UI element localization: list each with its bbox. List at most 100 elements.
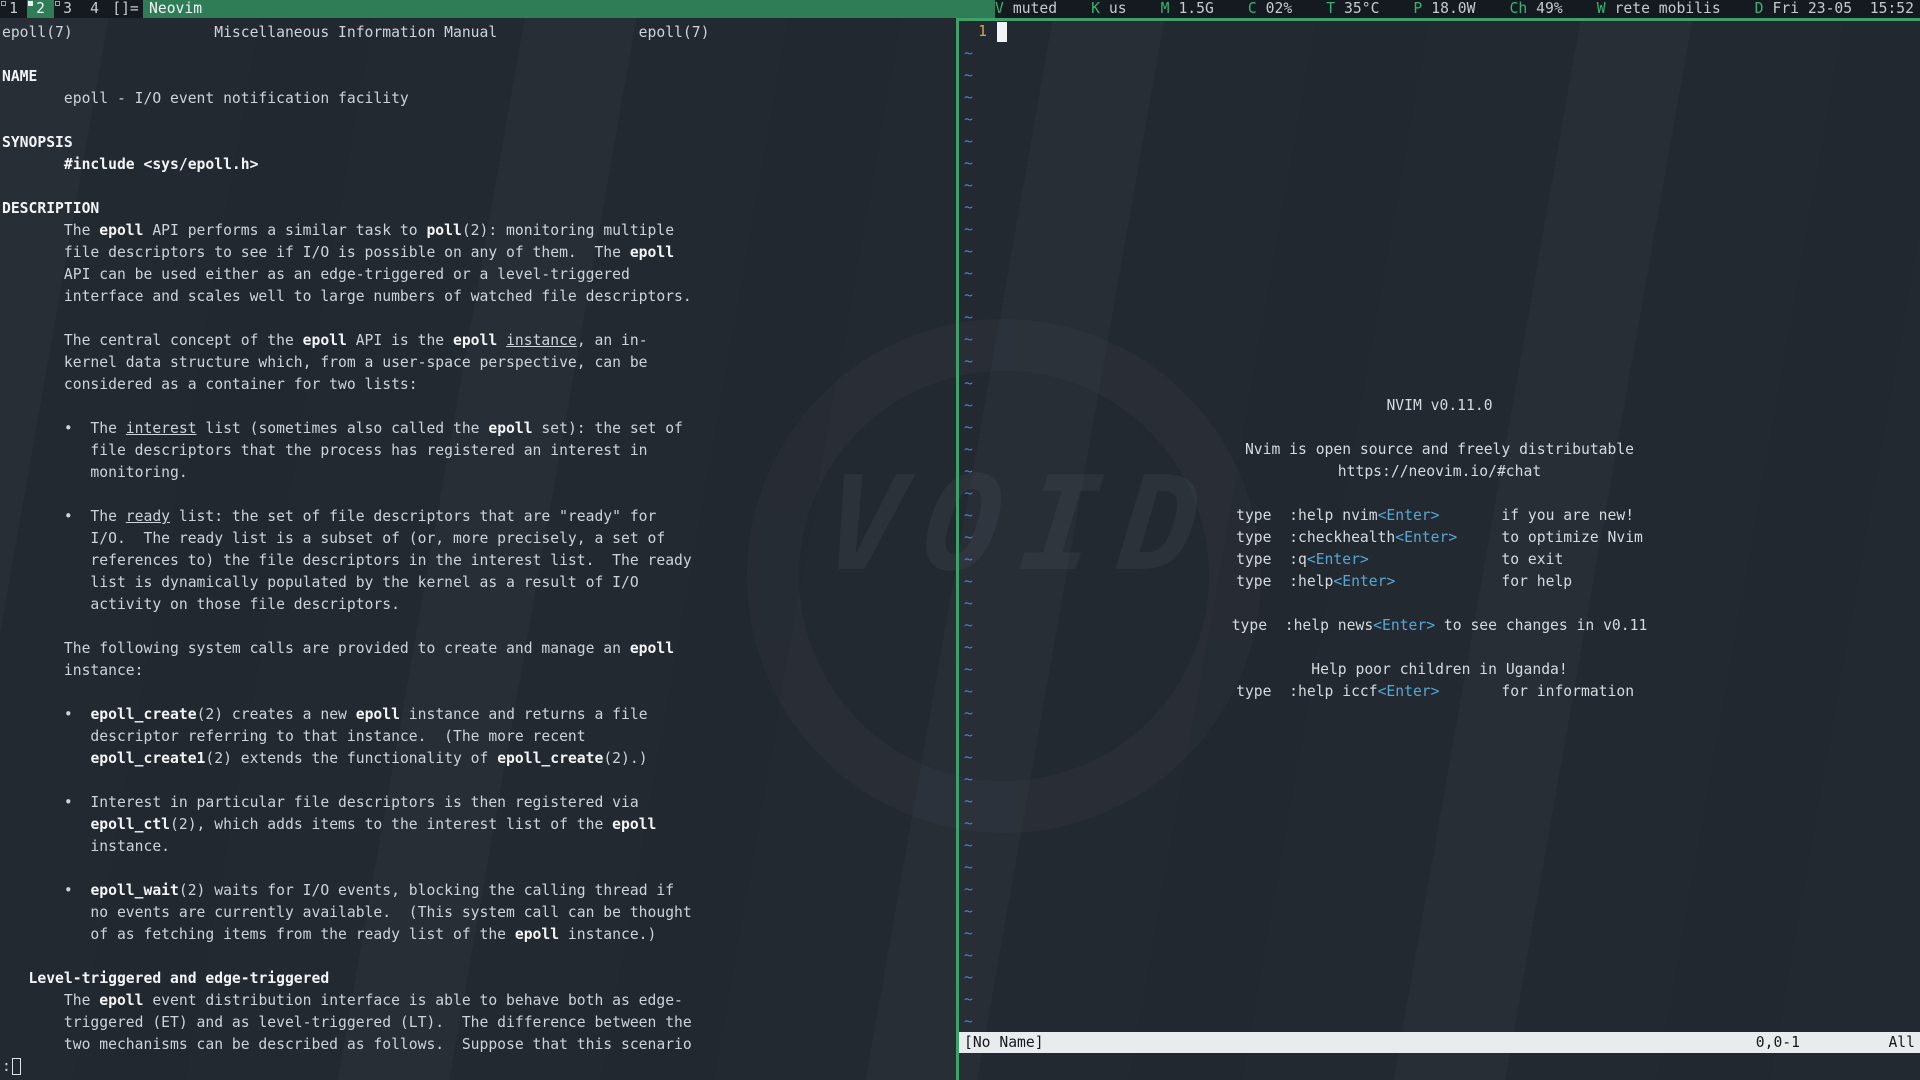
- tilde-empty-line: ~: [964, 989, 973, 1011]
- tag-indicator-square-icon: [1, 1, 6, 6]
- man-line: [2, 682, 954, 704]
- man-line: • epoll_create(2) creates a new epoll in…: [2, 704, 954, 726]
- status-K: Kus: [1091, 0, 1127, 18]
- man-line: [2, 176, 954, 198]
- nvim-intro-line: https://neovim.io/#chat: [959, 461, 1920, 483]
- tilde-empty-line: ~: [964, 87, 973, 109]
- tilde-empty-line: ~: [964, 1011, 973, 1033]
- status-D: DFri 23-05 15:52: [1755, 0, 1914, 18]
- tilde-empty-line: ~: [964, 329, 973, 351]
- man-line: [2, 308, 954, 330]
- statusline-scroll: All: [1888, 1032, 1915, 1053]
- man-line: The epoll event distribution interface i…: [2, 990, 954, 1012]
- pager-prompt: :: [2, 1056, 11, 1078]
- tilde-empty-line: ~: [964, 65, 973, 87]
- nvim-intro-line: type :q<Enter> to exit: [959, 549, 1920, 571]
- nvim-statusline: [No Name] 0,0-1 All: [959, 1032, 1920, 1053]
- hollow-cursor: [12, 1058, 21, 1075]
- man-line: The epoll API performs a similar task to…: [2, 220, 954, 242]
- man-line: references to) the file descriptors in t…: [2, 550, 954, 572]
- man-line: descriptor referring to that instance. (…: [2, 726, 954, 748]
- tilde-empty-line: ~: [964, 351, 973, 373]
- tilde-empty-line: ~: [964, 813, 973, 835]
- man-line: NAME: [2, 66, 954, 88]
- neovim-window[interactable]: 1 ~~~~~~~~~~~~~~~~~~~~~~~~~~~~~~~~~~~~~~…: [959, 21, 1920, 1080]
- man-line: DESCRIPTION: [2, 198, 954, 220]
- man-line: [2, 946, 954, 968]
- man-line: monitoring.: [2, 462, 954, 484]
- man-line: The central concept of the epoll API is …: [2, 330, 954, 352]
- tilde-empty-line: ~: [964, 197, 973, 219]
- tilde-empty-line: ~: [964, 857, 973, 879]
- tilde-empty-line: ~: [964, 241, 973, 263]
- man-line: • The interest list (sometimes also call…: [2, 418, 954, 440]
- top-bar: 1234 []= Neovim VmutedKusM1.5GC02%T35°CP…: [0, 0, 1920, 18]
- nvim-intro-line: type :help iccf<Enter> for information: [959, 681, 1920, 703]
- man-line: list is dynamically populated by the ker…: [2, 572, 954, 594]
- tilde-empty-line: ~: [964, 703, 973, 725]
- man-line: interface and scales well to large numbe…: [2, 286, 954, 308]
- man-line: [2, 770, 954, 792]
- status-bar: VmutedKusM1.5GC02%T35°CP18.0WCh49%Wrete …: [995, 0, 1920, 18]
- man-line: SYNOPSIS: [2, 132, 954, 154]
- nvim-intro-line: type :help news<Enter> to see changes in…: [959, 615, 1920, 637]
- tilde-empty-line: ~: [964, 483, 973, 505]
- tilde-empty-line: ~: [964, 285, 973, 307]
- screen: VOID 1234 []= Neovim VmutedKusM1.5GC02%T…: [0, 0, 1920, 1080]
- man-line: Level-triggered and edge-triggered: [2, 968, 954, 990]
- man-line: no events are currently available. (This…: [2, 902, 954, 924]
- tilde-empty-line: ~: [964, 263, 973, 285]
- statusline-ruler: 0,0-1: [1756, 1032, 1800, 1053]
- tilde-empty-line: ~: [964, 417, 973, 439]
- man-line: file descriptors to see if I/O is possib…: [2, 242, 954, 264]
- tilde-empty-line: ~: [964, 43, 973, 65]
- statusline-filename: [No Name]: [964, 1032, 1044, 1053]
- tilde-empty-line: ~: [964, 879, 973, 901]
- tag-list: 1234: [0, 0, 108, 18]
- man-line: considered as a container for two lists:: [2, 374, 954, 396]
- line-number: 1: [969, 21, 987, 43]
- status-Ch: Ch49%: [1509, 0, 1562, 18]
- status-W: Wrete mobilis: [1597, 0, 1721, 18]
- man-line: I/O. The ready list is a subset of (or, …: [2, 528, 954, 550]
- layout-symbol[interactable]: []=: [108, 0, 143, 18]
- tag-4[interactable]: 4: [81, 0, 108, 18]
- tilde-empty-line: ~: [964, 307, 973, 329]
- tilde-empty-line: ~: [964, 593, 973, 615]
- man-line: epoll_ctl(2), which adds items to the in…: [2, 814, 954, 836]
- nvim-window-border-left: [956, 18, 959, 1080]
- tilde-empty-line: ~: [964, 835, 973, 857]
- tilde-empty-line: ~: [964, 109, 973, 131]
- man-line: [2, 484, 954, 506]
- man-line: [2, 110, 954, 132]
- tag-2[interactable]: 2: [27, 0, 54, 18]
- status-V: Vmuted: [995, 0, 1057, 18]
- tilde-empty-line: ~: [964, 637, 973, 659]
- tilde-empty-line: ~: [964, 967, 973, 989]
- man-line: • Interest in particular file descriptor…: [2, 792, 954, 814]
- man-line: file descriptors that the process has re…: [2, 440, 954, 462]
- man-line: [2, 858, 954, 880]
- focused-window-title: Neovim: [143, 0, 995, 18]
- tilde-empty-line: ~: [964, 373, 973, 395]
- nvim-window-border-top: [956, 18, 1920, 21]
- tilde-empty-line: ~: [964, 175, 973, 197]
- man-line: API can be used either as an edge-trigge…: [2, 264, 954, 286]
- pager-prompt-row: :: [2, 1056, 21, 1078]
- nvim-intro-line: Help poor children in Uganda!: [959, 659, 1920, 681]
- man-line: • epoll_wait(2) waits for I/O events, bl…: [2, 880, 954, 902]
- nvim-intro-line: type :help<Enter> for help: [959, 571, 1920, 593]
- tilde-empty-line: ~: [964, 791, 973, 813]
- tilde-empty-line: ~: [964, 747, 973, 769]
- nvim-intro-line: type :help nvim<Enter> if you are new!: [959, 505, 1920, 527]
- man-line: kernel data structure which, from a user…: [2, 352, 954, 374]
- man-line: epoll - I/O event notification facility: [2, 88, 954, 110]
- status-T: T35°C: [1326, 0, 1379, 18]
- man-line: #include <sys/epoll.h>: [2, 154, 954, 176]
- tag-3[interactable]: 3: [54, 0, 81, 18]
- man-page-terminal[interactable]: epoll(7) Miscellaneous Information Manua…: [2, 22, 954, 1056]
- nvim-intro-line: Nvim is open source and freely distribut…: [959, 439, 1920, 461]
- tag-1[interactable]: 1: [0, 0, 27, 18]
- man-line: instance.: [2, 836, 954, 858]
- nvim-intro-line: NVIM v0.11.0: [959, 395, 1920, 417]
